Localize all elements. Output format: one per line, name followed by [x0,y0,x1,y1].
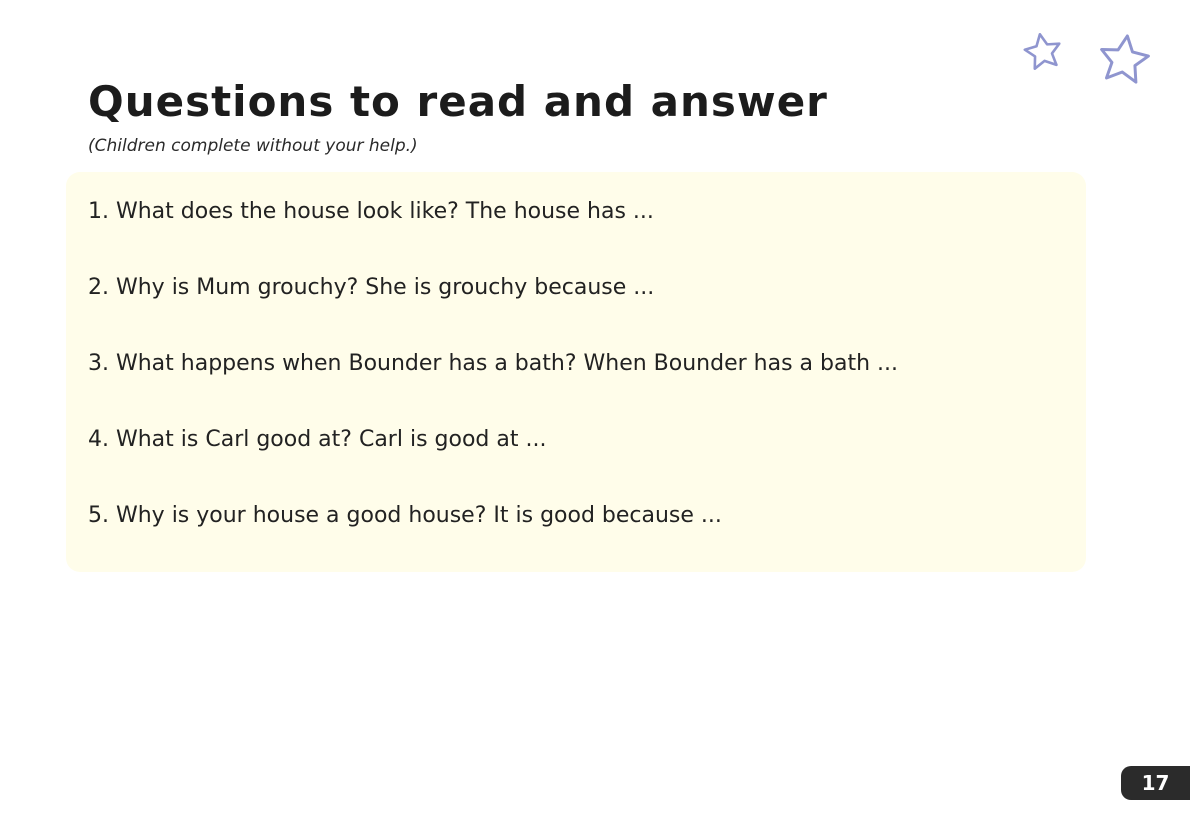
star-outline-icon [1100,34,1150,84]
star-outline-icon [1023,32,1061,70]
page-title: Questions to read and answer [88,77,828,126]
question-2: 2. Why is Mum grouchy? She is grouchy be… [88,275,655,300]
question-4: 4. What is Carl good at? Carl is good at… [88,427,547,452]
page-number: 17 [1121,766,1190,800]
question-5: 5. Why is your house a good house? It is… [88,503,722,528]
page-subtitle: (Children complete without your help.) [88,136,418,156]
question-1: 1. What does the house look like? The ho… [88,199,654,224]
question-3: 3. What happens when Bounder has a bath?… [88,351,898,376]
questions-panel: 1. What does the house look like? The ho… [66,172,1086,572]
